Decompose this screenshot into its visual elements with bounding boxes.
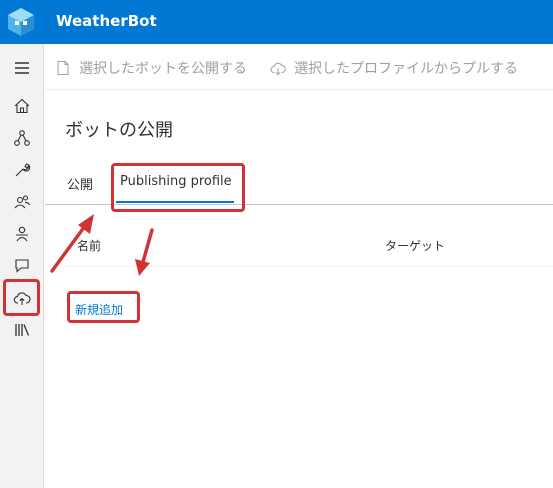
nav-library[interactable] — [7, 317, 37, 343]
publish-selected-bot-button[interactable]: 選択したボットを公開する — [55, 58, 247, 78]
column-header-name[interactable]: 名前 — [77, 237, 101, 254]
title-bar: WeatherBot — [0, 0, 553, 44]
highlight-add-new-link — [67, 291, 140, 323]
pull-from-profile-button[interactable]: 選択したプロファイルからプルする — [270, 58, 518, 78]
nav-chat[interactable] — [7, 253, 37, 279]
nav-home[interactable] — [7, 93, 37, 119]
bot-test-icon — [16, 226, 28, 242]
menu-toggle-button[interactable] — [7, 55, 37, 81]
page-title: ボットの公開 — [65, 120, 173, 141]
pull-from-profile-label: 選択したプロファイルからプルする — [294, 61, 518, 77]
hamburger-icon — [15, 62, 29, 74]
tab-publish[interactable]: 公開 — [67, 174, 93, 193]
left-navigation — [0, 44, 44, 488]
document-icon — [57, 61, 69, 75]
wrench-icon — [15, 163, 31, 177]
publish-selected-bot-label: 選択したボットを公開する — [79, 61, 247, 77]
highlight-publish-nav — [3, 279, 40, 316]
design-flow-icon — [14, 130, 30, 146]
column-header-target[interactable]: ターゲット — [385, 237, 445, 254]
app-logo-icon — [8, 8, 34, 36]
app-title: WeatherBot — [56, 12, 157, 30]
cloud-download-icon — [270, 62, 286, 76]
chat-icon — [15, 259, 29, 273]
header-row-divider — [60, 266, 553, 267]
highlight-publishing-profile-tab — [111, 163, 245, 212]
nav-design[interactable] — [7, 125, 37, 151]
nav-settings[interactable] — [7, 157, 37, 183]
arrow-to-add-link — [135, 228, 154, 276]
nav-users[interactable] — [7, 189, 37, 215]
command-bar: 選択したボットを公開する 選択したプロファイルからプルする — [45, 44, 553, 90]
library-icon — [15, 324, 30, 336]
nav-test[interactable] — [7, 221, 37, 247]
users-icon — [14, 195, 30, 209]
home-icon — [14, 98, 30, 114]
